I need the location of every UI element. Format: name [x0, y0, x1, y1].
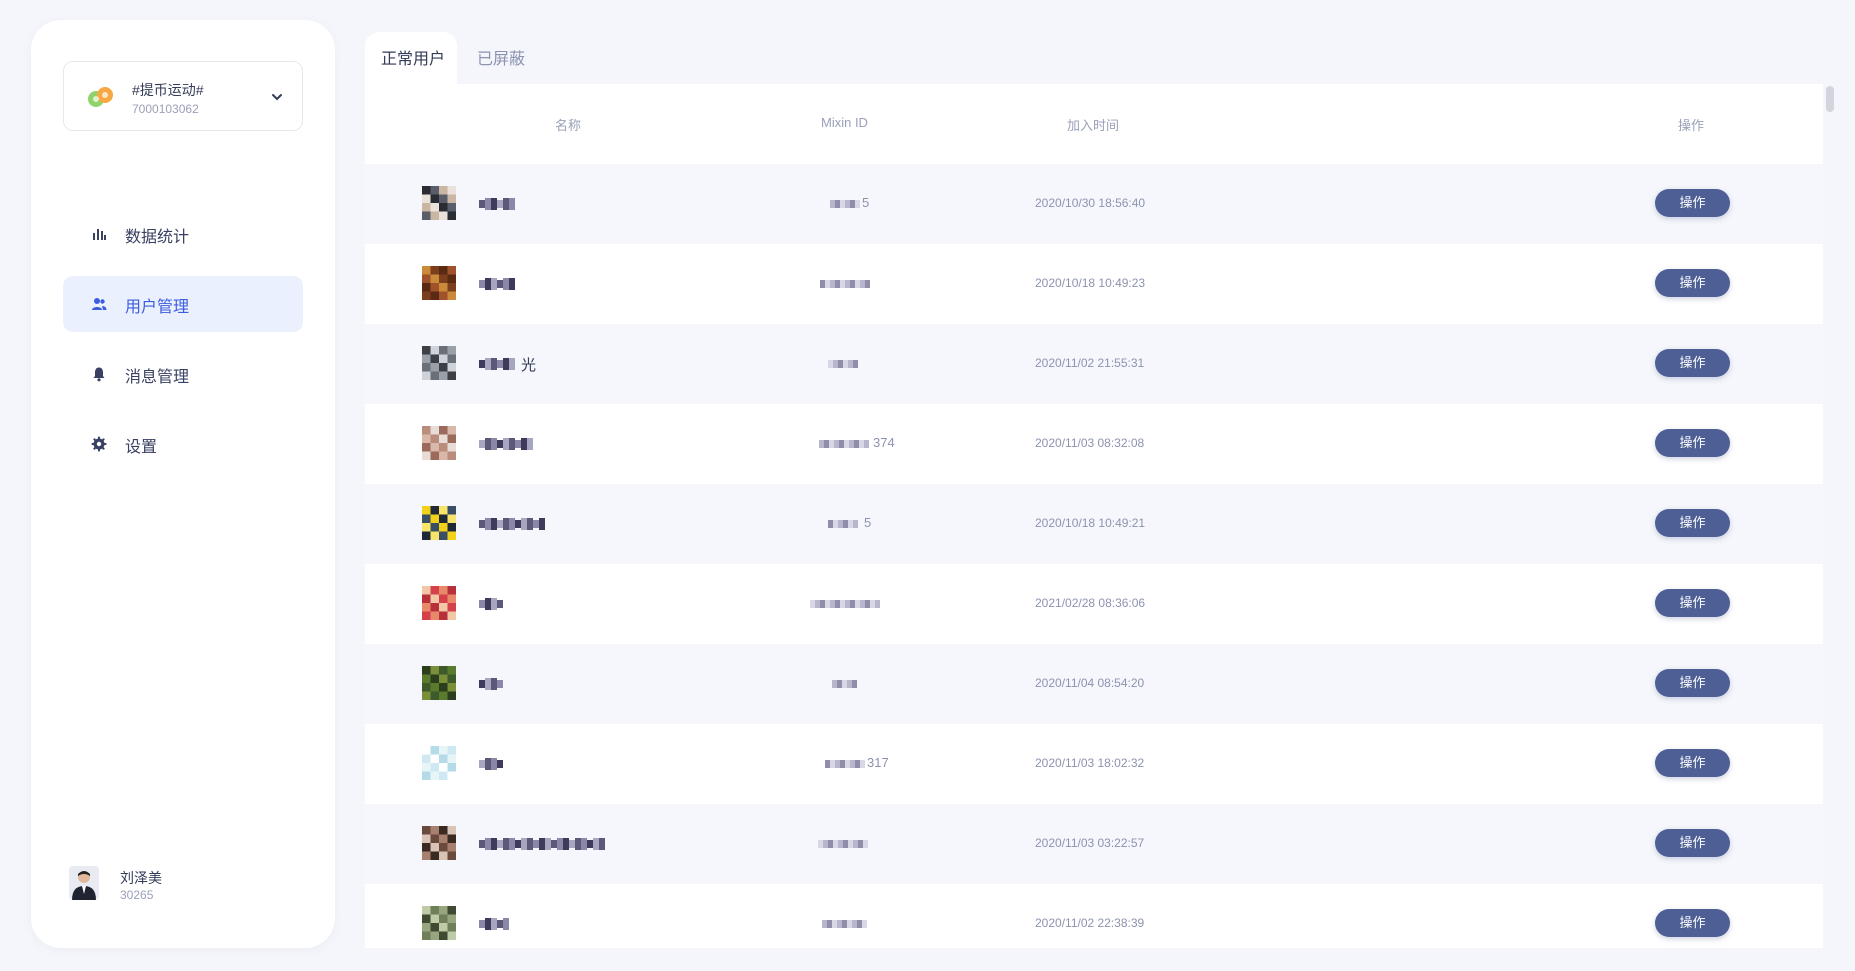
table-row: 2020/10/18 10:49:23 操作: [365, 244, 1823, 324]
tab-normal-users[interactable]: 正常用户: [365, 32, 457, 84]
table-row: 2021/02/28 08:36:06 操作: [365, 564, 1823, 644]
table-row: 5 2020/10/18 10:49:21 操作: [365, 484, 1823, 564]
mixin-id-redacted: [828, 360, 858, 368]
table-row: 5 2020/10/30 18:56:40 操作: [365, 164, 1823, 244]
user-name-text: 光: [521, 357, 537, 374]
join-time: 2020/11/03 03:22:57: [1035, 836, 1145, 850]
action-button[interactable]: 操作: [1655, 189, 1730, 217]
users-icon: [92, 298, 107, 310]
group-name: #提币运动#: [132, 82, 204, 98]
join-time: 2020/10/18 10:49:23: [1035, 276, 1146, 290]
user-name-redacted: [479, 198, 515, 210]
bell-icon: [93, 367, 105, 382]
column-header-mixin-id: Mixin ID: [821, 115, 868, 130]
mixin-id-redacted: [832, 680, 857, 688]
sidebar-nav: 数据统计 用户管理 消息管理 设置: [63, 206, 303, 486]
sidebar-item-users[interactable]: 用户管理: [63, 276, 303, 332]
avatar: [422, 746, 456, 780]
join-time: 2021/02/28 08:36:06: [1035, 596, 1146, 610]
avatar: [422, 906, 456, 940]
tab-blocked[interactable]: 已屏蔽: [461, 32, 541, 84]
group-icon: [88, 87, 113, 107]
user-name-redacted: [479, 598, 503, 610]
sidebar-item-label: 用户管理: [125, 299, 190, 316]
mixin-id-redacted: [819, 440, 869, 448]
group-id: 7000103062: [132, 102, 199, 116]
group-selector[interactable]: #提币运动# 7000103062: [63, 61, 303, 131]
mixin-id-text: 5: [864, 515, 872, 530]
avatar: [422, 826, 456, 860]
table-row: 2020/11/03 03:22:57 操作: [365, 804, 1823, 884]
mixin-id-text: 317: [867, 755, 889, 770]
join-time: 2020/11/02 21:55:31: [1035, 356, 1145, 370]
table-row: 光 2020/11/02 21:55:31 操作: [365, 324, 1823, 404]
user-name-redacted: [479, 678, 503, 690]
user-name-redacted: [479, 838, 605, 850]
mixin-id-text: 374: [873, 435, 895, 450]
avatar: [422, 586, 456, 620]
action-button[interactable]: 操作: [1655, 589, 1730, 617]
mixin-id-redacted: [822, 920, 867, 928]
action-button[interactable]: 操作: [1655, 269, 1730, 297]
mixin-id-redacted: [818, 840, 868, 848]
sidebar-item-statistics[interactable]: 数据统计: [63, 206, 303, 262]
table-row: 2020/11/02 22:38:39 操作: [365, 884, 1823, 948]
table-row: 317 2020/11/03 18:02:32 操作: [365, 724, 1823, 804]
join-time: 2020/11/03 08:32:08: [1035, 436, 1145, 450]
action-button[interactable]: 操作: [1655, 829, 1730, 857]
sidebar: #提币运动# 7000103062 数据统计 用户管理 消息管理 设置 刘泽美 …: [31, 20, 335, 948]
mixin-id-redacted: [825, 760, 865, 768]
sidebar-item-settings[interactable]: 设置: [63, 416, 303, 472]
column-header-action: 操作: [1678, 118, 1705, 133]
avatar: [422, 426, 456, 460]
scrollbar[interactable]: [1826, 84, 1834, 948]
sidebar-item-label: 消息管理: [125, 369, 190, 386]
sidebar-item-label: 设置: [125, 439, 158, 456]
table-row: 374 2020/11/03 08:32:08 操作: [365, 404, 1823, 484]
join-time: 2020/10/18 10:49:21: [1035, 516, 1146, 530]
avatar: [422, 346, 456, 380]
user-name-redacted: [479, 918, 509, 930]
join-time: 2020/11/03 18:02:32: [1035, 756, 1145, 770]
action-button[interactable]: 操作: [1655, 429, 1730, 457]
table-row: 2020/11/04 08:54:20 操作: [365, 644, 1823, 724]
user-table: 名称 Mixin ID 加入时间 操作 5 2020/10/30 18:56:40…: [365, 84, 1823, 948]
join-time: 2020/11/02 22:38:39: [1035, 916, 1145, 930]
column-header-name: 名称: [555, 118, 582, 133]
user-name: 刘泽美: [120, 870, 162, 886]
table-header: 名称 Mixin ID 加入时间 操作: [365, 84, 1823, 164]
action-button[interactable]: 操作: [1655, 509, 1730, 537]
sidebar-item-label: 数据统计: [125, 229, 190, 246]
mixin-id-redacted: [820, 280, 870, 288]
avatar: [422, 266, 456, 300]
user-id: 30265: [120, 888, 154, 902]
gear-icon: [91, 436, 107, 452]
column-header-joined: 加入时间: [1067, 118, 1120, 133]
user-name-redacted: [479, 438, 533, 450]
avatar: [422, 186, 456, 220]
join-time: 2020/11/04 08:54:20: [1035, 676, 1145, 690]
bar-chart-icon: [93, 229, 106, 240]
avatar: [422, 506, 456, 540]
join-time: 2020/10/30 18:56:40: [1035, 196, 1146, 210]
mixin-id-redacted: [810, 600, 880, 608]
scrollbar-thumb[interactable]: [1826, 86, 1834, 112]
action-button[interactable]: 操作: [1655, 749, 1730, 777]
mixin-id-redacted: [830, 200, 860, 208]
mixin-id-redacted: [828, 520, 858, 528]
avatar: [422, 666, 456, 700]
mixin-id-text: 5: [862, 195, 870, 210]
action-button[interactable]: 操作: [1655, 349, 1730, 377]
avatar: [69, 866, 99, 900]
sidebar-item-messages[interactable]: 消息管理: [63, 346, 303, 402]
user-name-redacted: [479, 278, 515, 290]
user-name-redacted: [479, 518, 545, 530]
user-name-redacted: [479, 758, 503, 770]
action-button[interactable]: 操作: [1655, 909, 1730, 937]
action-button[interactable]: 操作: [1655, 669, 1730, 697]
chevron-down-icon[interactable]: [270, 90, 284, 104]
